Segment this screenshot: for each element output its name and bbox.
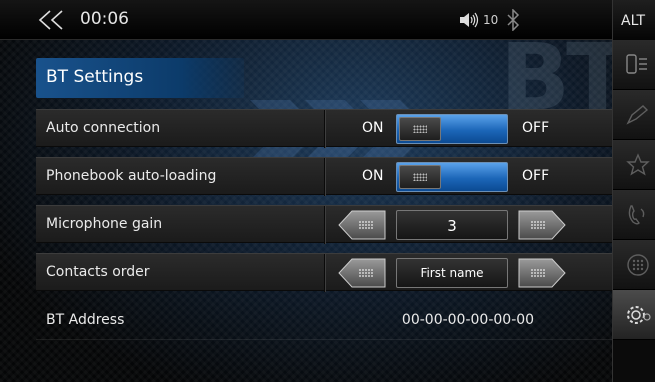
alt-button[interactable]: ALT	[612, 0, 655, 40]
auto-connection-toggle[interactable]	[396, 114, 508, 144]
side-menu-keypad[interactable]	[613, 240, 655, 290]
bt-address-label: BT Address	[46, 312, 125, 328]
page-title: BT Settings	[46, 67, 144, 87]
favorites-icon	[626, 153, 650, 176]
bluetooth-icon	[507, 9, 520, 31]
status-bar: 00:06 10	[0, 0, 612, 40]
title-bar: BT Settings	[36, 58, 244, 98]
clock: 00:06	[80, 9, 129, 29]
mic-gain-decrease-button[interactable]	[338, 210, 386, 240]
side-menu-settings[interactable]	[613, 290, 655, 340]
volume-level: 10	[483, 13, 499, 27]
phone-icon	[626, 54, 647, 74]
setting-row-mic-gain: Microphone gain 3	[36, 205, 612, 244]
call-log-icon	[628, 205, 645, 225]
contacts-order-label: Contacts order	[46, 264, 150, 280]
side-menu	[612, 40, 655, 382]
contacts-order-next-button[interactable]	[518, 258, 566, 288]
auto-connection-label: Auto connection	[46, 120, 161, 136]
phonebook-off-label: OFF	[522, 168, 550, 184]
setting-row-bt-address: BT Address 00-00-00-00-00-00	[36, 302, 612, 340]
side-menu-favorites[interactable]	[613, 140, 655, 190]
keypad-icon	[627, 254, 649, 276]
volume-icon	[460, 12, 479, 28]
toggle-knob[interactable]	[399, 165, 441, 189]
grip-icon	[413, 125, 427, 133]
mic-gain-label: Microphone gain	[46, 216, 163, 232]
mic-gain-increase-button[interactable]	[518, 210, 566, 240]
phonebook-label: Phonebook auto-loading	[46, 168, 217, 184]
contacts-order-value: First name	[396, 258, 508, 288]
grip-icon	[413, 173, 427, 181]
back-icon[interactable]	[36, 8, 66, 32]
row-divider	[324, 158, 325, 196]
auto-connection-off-label: OFF	[522, 120, 550, 136]
row-divider	[324, 206, 325, 244]
row-divider	[324, 254, 325, 292]
side-menu-edit[interactable]	[613, 90, 655, 140]
mic-gain-value: 3	[396, 210, 508, 240]
side-menu-call-log[interactable]	[613, 190, 655, 240]
side-menu-phone[interactable]	[613, 40, 655, 90]
contacts-order-prev-button[interactable]	[338, 258, 386, 288]
setting-row-phonebook: Phonebook auto-loading ON OFF	[36, 157, 612, 196]
edit-icon	[626, 105, 649, 125]
toggle-knob[interactable]	[399, 117, 441, 141]
bt-address-value: 00-00-00-00-00-00	[401, 312, 535, 328]
setting-row-contacts-order: Contacts order First name	[36, 253, 612, 292]
settings-icon	[627, 306, 651, 324]
bt-settings-screen: BT 00:06 10 ALT BT Settings Auto connect…	[0, 0, 655, 382]
row-divider	[324, 110, 325, 148]
auto-connection-on-label: ON	[362, 120, 384, 136]
phonebook-toggle[interactable]	[396, 162, 508, 192]
phonebook-on-label: ON	[362, 168, 384, 184]
setting-row-auto-connection: Auto connection ON OFF	[36, 109, 612, 148]
